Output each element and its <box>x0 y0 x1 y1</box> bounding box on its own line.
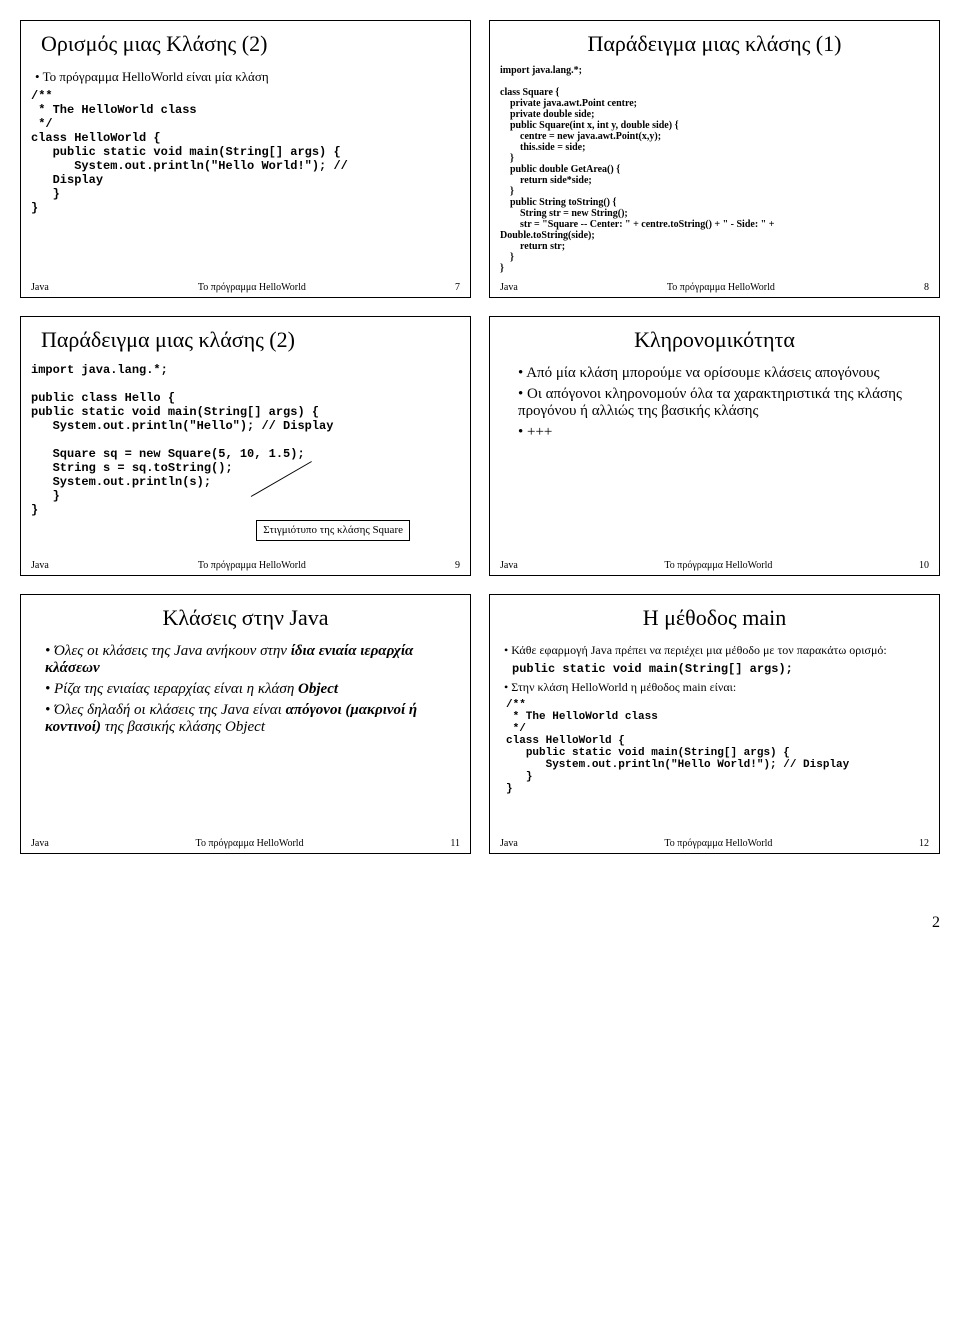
slide-title: Παράδειγμα μιας κλάσης (2) <box>41 327 460 353</box>
footer-center: Το πρόγραμμα HelloWorld <box>664 838 772 849</box>
slide-8: Παράδειγμα μιας κλάσης (1) import java.l… <box>489 20 940 298</box>
bullet-text: Οι απόγονοι κληρονομούν όλα τα χαρακτηρι… <box>518 386 915 420</box>
code-block: import java.lang.*; class Square { priva… <box>500 65 929 274</box>
footer-center: Το πρόγραμμα HelloWorld <box>198 282 306 293</box>
footer-page: 8 <box>924 282 929 293</box>
bullet-text: +++ <box>518 424 915 441</box>
footer-page: 7 <box>455 282 460 293</box>
bullet-text: Από μία κλάση μπορούμε να ορίσουμε κλάσε… <box>518 365 915 382</box>
bullet-text: Το πρόγραμμα HelloWorld είναι μία κλάση <box>35 69 460 85</box>
text-span: Ρίζα της ενιαίας ιεραρχίας είναι η κλάση <box>54 681 298 697</box>
footer-left: Java <box>31 282 49 293</box>
slide-footer: Java Το πρόγραμμα HelloWorld 9 <box>31 558 460 571</box>
slide-title: Ορισμός μιας Κλάσης (2) <box>41 31 460 57</box>
code-block: import java.lang.*; public class Hello {… <box>31 363 460 517</box>
slide-title: Κληρονομικότητα <box>500 327 929 353</box>
footer-left: Java <box>31 560 49 571</box>
slide-footer: Java Το πρόγραμμα HelloWorld 12 <box>500 836 929 849</box>
code-line: public static void main(String[] args); <box>512 662 929 676</box>
bullet-text: Ρίζα της ενιαίας ιεραρχίας είναι η κλάση… <box>45 681 450 698</box>
text-span: Όλες δηλαδή οι κλάσεις της Java είναι <box>54 702 286 718</box>
code-block: /** * The HelloWorld class */ class Hell… <box>506 699 929 795</box>
slide-title: Παράδειγμα μιας κλάσης (1) <box>500 31 929 57</box>
slide-12: Η μέθοδος main Κάθε εφαρμογή Java πρέπει… <box>489 594 940 854</box>
footer-page: 10 <box>919 560 929 571</box>
callout-box: Στιγμιότυπο της κλάσης Square <box>256 520 410 541</box>
code-block: /** * The HelloWorld class */ class Hell… <box>31 89 460 215</box>
slide-7: Ορισμός μιας Κλάσης (2) Το πρόγραμμα Hel… <box>20 20 471 298</box>
slide-11: Κλάσεις στην Java Όλες οι κλάσεις της Ja… <box>20 594 471 854</box>
footer-left: Java <box>500 560 518 571</box>
footer-left: Java <box>500 282 518 293</box>
footer-page: 12 <box>919 838 929 849</box>
slide-footer: Java Το πρόγραμμα HelloWorld 10 <box>500 558 929 571</box>
footer-page: 11 <box>450 838 460 849</box>
footer-center: Το πρόγραμμα HelloWorld <box>667 282 775 293</box>
bullet-text: Κάθε εφαρμογή Java πρέπει να περιέχει μι… <box>504 643 929 658</box>
footer-left: Java <box>500 838 518 849</box>
page-number: 2 <box>20 914 940 932</box>
slide-footer: Java Το πρόγραμμα HelloWorld 8 <box>500 280 929 293</box>
slide-9: Παράδειγμα μιας κλάσης (2) import java.l… <box>20 316 471 576</box>
text-span: της βασικής κλάσης Object <box>101 719 265 735</box>
bullet-text: Όλες δηλαδή οι κλάσεις της Java είναι απ… <box>45 702 450 736</box>
footer-page: 9 <box>455 560 460 571</box>
slide-title: Κλάσεις στην Java <box>31 605 460 631</box>
slide-10: Κληρονομικότητα Από μία κλάση μπορούμε ν… <box>489 316 940 576</box>
bullet-text: Στην κλάση HelloWorld η μέθοδος main είν… <box>504 680 929 695</box>
footer-left: Java <box>31 838 49 849</box>
text-span: Όλες οι κλάσεις της Java ανήκουν στην <box>54 643 291 659</box>
slide-footer: Java Το πρόγραμμα HelloWorld 11 <box>31 836 460 849</box>
footer-center: Το πρόγραμμα HelloWorld <box>664 560 772 571</box>
footer-center: Το πρόγραμμα HelloWorld <box>196 838 304 849</box>
footer-center: Το πρόγραμμα HelloWorld <box>198 560 306 571</box>
bullet-text: Όλες οι κλάσεις της Java ανήκουν στην ίδ… <box>45 643 450 677</box>
slide-grid: Ορισμός μιας Κλάσης (2) Το πρόγραμμα Hel… <box>20 20 940 854</box>
slide-footer: Java Το πρόγραμμα HelloWorld 7 <box>31 280 460 293</box>
slide-title: Η μέθοδος main <box>500 605 929 631</box>
text-span-bold: Object <box>298 681 338 697</box>
